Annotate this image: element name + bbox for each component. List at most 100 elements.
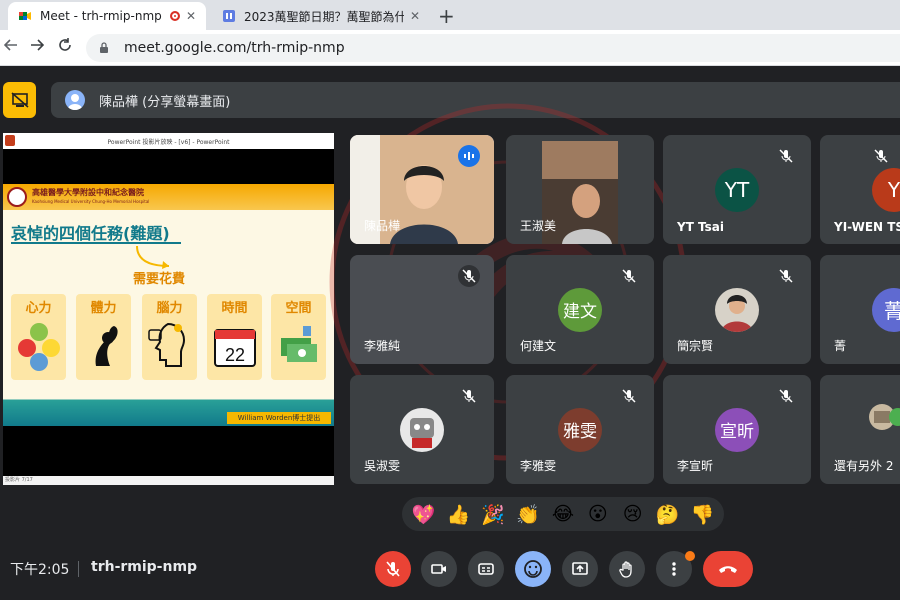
muscle-arm-icon: [95, 326, 118, 366]
meeting-control-bar: 下午2:05 trh-rmip-nmp: [0, 547, 900, 591]
reaction-clap-icon[interactable]: 👏: [513, 499, 543, 529]
participant-name: 簡宗賢: [677, 339, 714, 353]
more-vert-icon: [672, 562, 676, 576]
address-bar-area: meet.google.com/trh-rmip-nmp: [0, 30, 900, 66]
participant-tile[interactable]: 李雅純: [350, 255, 494, 364]
mic-off-icon: [775, 385, 797, 407]
present-icon: [572, 562, 588, 575]
reaction-sad-icon[interactable]: 😢: [618, 499, 648, 529]
close-tab-icon[interactable]: ✕: [410, 9, 420, 23]
presenter-info: 陳品樺 (分享螢幕畫面): [51, 82, 900, 118]
shared-screen: PowerPoint 投影片放映 - [v6] - PowerPoint 高雄醫…: [3, 133, 334, 485]
url-text: meet.google.com/trh-rmip-nmp: [124, 40, 345, 56]
slide-subtitle: 需要花費: [133, 272, 186, 287]
google-meet-icon: [19, 12, 31, 20]
reactions-button[interactable]: [515, 551, 551, 587]
site-favicon-icon: [223, 10, 235, 22]
column-heart: 心力: [11, 294, 66, 380]
lock-icon: [100, 42, 108, 53]
participant-tile[interactable]: 菁 菁: [820, 255, 900, 364]
clock-time: 下午2:05: [10, 562, 70, 578]
more-participants-tile[interactable]: 還有另外 2: [820, 375, 900, 484]
reaction-thumbs-up-icon[interactable]: 👍: [443, 499, 473, 529]
reaction-laugh-icon[interactable]: 😂: [548, 499, 578, 529]
presentation-bar: 陳品樺 (分享螢幕畫面): [0, 82, 900, 118]
raise-hand-button[interactable]: [609, 551, 645, 587]
participant-name: 李雅純: [364, 339, 401, 353]
participant-tile[interactable]: 宣昕 李宣昕: [663, 375, 811, 484]
mic-off-icon: [458, 385, 480, 407]
participant-name: 陳品樺: [364, 219, 401, 233]
slide-content: 高雄醫學大學附設中和紀念醫院 Kaohsiung Medical Univers…: [3, 184, 334, 426]
participant-tile[interactable]: 陳品樺: [350, 135, 494, 244]
participant-tile[interactable]: YT YT Tsai: [663, 135, 811, 244]
divider: [78, 561, 79, 577]
new-tab-button[interactable]: +: [438, 4, 455, 28]
present-screen-button[interactable]: [562, 551, 598, 587]
participant-name: 王淑美: [520, 219, 557, 233]
calendar-icon: 22: [214, 329, 256, 367]
mic-off-icon: [618, 385, 640, 407]
column-label: 腦力: [156, 301, 183, 316]
reaction-party-icon[interactable]: 🎉: [478, 499, 508, 529]
column-label: 時間: [221, 301, 248, 316]
reaction-thumbs-down-icon[interactable]: 👎: [687, 499, 717, 529]
participant-tile[interactable]: 簡宗賢: [663, 255, 811, 364]
person-icon: [68, 94, 82, 110]
hospital-logo-icon: [7, 187, 27, 207]
participant-tile[interactable]: Y YI-WEN TSAI: [820, 135, 900, 244]
ppt-title-bar: PowerPoint 投影片放映 - [v6] - PowerPoint: [3, 133, 334, 149]
mic-off-icon: [870, 145, 892, 167]
tab-meet[interactable]: Meet - trh-rmip-nmp ✕: [8, 2, 206, 30]
money-icon: [281, 326, 317, 362]
participant-tile[interactable]: 雅雯 李雅雯: [506, 375, 654, 484]
participant-name: 吳淑雯: [364, 459, 401, 473]
hospital-header: 高雄醫學大學附設中和紀念醫院 Kaohsiung Medical Univers…: [3, 184, 334, 210]
mic-toggle-button[interactable]: [375, 551, 411, 587]
task-columns: 心力 體力 腦力 時間 22 空間: [11, 294, 329, 382]
participant-tile[interactable]: 吳淑雯: [350, 375, 494, 484]
thinking-head-icon: [148, 322, 186, 367]
close-tab-icon[interactable]: ✕: [186, 9, 196, 23]
mic-off-icon: [618, 265, 640, 287]
mic-off-icon: [775, 265, 797, 287]
back-icon[interactable]: [4, 38, 18, 52]
participant-tile[interactable]: 王淑美: [506, 135, 654, 244]
camera-icon: [431, 564, 446, 574]
captions-icon: [478, 563, 494, 575]
column-body: 體力: [76, 294, 131, 380]
participant-name: 菁: [834, 339, 847, 353]
url-field[interactable]: meet.google.com/trh-rmip-nmp: [86, 34, 900, 62]
reaction-thinking-icon[interactable]: 🤔: [653, 499, 683, 529]
presentation-off-icon: [10, 92, 29, 108]
captions-button[interactable]: [468, 551, 504, 587]
slide-title: 哀悼的四個任務(難題): [11, 224, 170, 243]
mic-off-icon: [386, 561, 400, 577]
end-call-button[interactable]: [703, 551, 753, 587]
ppt-status-bar: 投影片 7/17: [3, 476, 334, 485]
participant-name: YI-WEN TSAI: [834, 220, 900, 234]
column-brain: 腦力: [142, 294, 197, 380]
column-label: 體力: [90, 301, 117, 316]
mic-off-icon: [775, 145, 797, 167]
reaction-heart-icon[interactable]: 💖: [408, 499, 438, 529]
avatar: [715, 287, 759, 332]
column-label: 心力: [25, 301, 52, 316]
presenter-label: 陳品樺 (分享螢幕畫面): [99, 94, 231, 110]
column-time: 時間 22: [207, 294, 262, 380]
column-space: 空間: [271, 294, 326, 380]
reload-icon[interactable]: [58, 38, 72, 52]
stop-presenting-button[interactable]: [3, 82, 36, 118]
avatar: YT: [715, 167, 759, 212]
reaction-surprised-icon[interactable]: 😮: [583, 499, 613, 529]
avatar: Y: [872, 167, 900, 212]
forward-icon[interactable]: [30, 38, 44, 52]
calendar-number: 22: [225, 345, 245, 365]
camera-toggle-button[interactable]: [421, 551, 457, 587]
tab-title: 2023萬聖節日期？萬聖節為什麼: [244, 9, 404, 24]
participant-tile[interactable]: 建文 何建文: [506, 255, 654, 364]
hospital-name-en: Kaohsiung Medical University Chung-Ho Me…: [32, 199, 150, 204]
column-label: 空間: [285, 301, 312, 316]
participant-name: 李宣昕: [677, 459, 714, 473]
tab-halloween[interactable]: 2023萬聖節日期？萬聖節為什麼 ✕: [212, 2, 430, 30]
